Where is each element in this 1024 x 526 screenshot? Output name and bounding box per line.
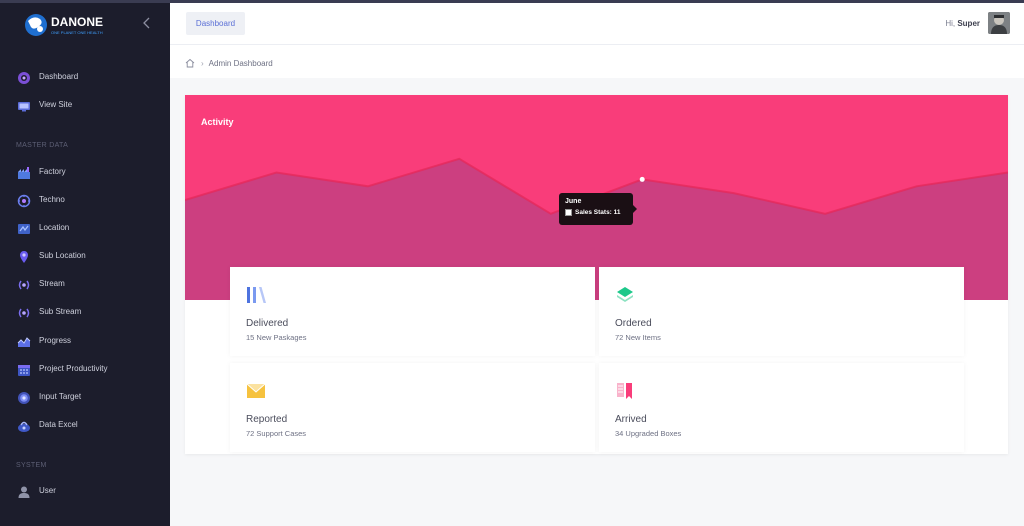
breadcrumb-separator-icon: › — [201, 58, 204, 68]
activity-title: Activity — [201, 117, 234, 127]
chevron-left-icon — [143, 17, 150, 29]
sidebar-item-dashboard[interactable]: Dashboard — [0, 66, 170, 90]
sidebar-item-label: Sub Location — [39, 251, 86, 260]
data-excel-icon — [18, 421, 30, 432]
brand-name: DANONE — [51, 15, 103, 29]
sidebar: DANONE ONE PLANET ONE HEALTH Dashboard V… — [0, 0, 170, 526]
sidebar-header: DANONE ONE PLANET ONE HEALTH — [0, 0, 170, 44]
stat-subtitle: 34 Upgraded Boxes — [615, 429, 682, 438]
section-label-system: SYSTEM — [16, 462, 47, 469]
sidebar-item-location[interactable]: Location — [0, 217, 170, 241]
progress-chart-icon — [17, 337, 31, 347]
sidebar-item-label: Data Excel — [39, 420, 78, 429]
diamond-stack-icon — [617, 287, 633, 302]
sidebar-item-input-target[interactable]: Input Target — [0, 386, 170, 410]
sidebar-item-label: Dashboard — [39, 72, 79, 81]
sidebar-item-progress[interactable]: Progress — [0, 330, 170, 354]
sidebar-item-project-productivity[interactable]: Project Productivity — [0, 358, 170, 382]
user-greeting: Hi, Super — [945, 19, 980, 28]
breadcrumb: › Admin Dashboard — [185, 57, 273, 69]
activity-data-point[interactable] — [639, 176, 645, 182]
breadcrumb-current: Admin Dashboard — [208, 58, 273, 68]
tooltip-series-label: Sales Stats: 11 — [575, 209, 621, 216]
greeting-prefix: Hi, — [945, 19, 956, 28]
location-icon — [18, 224, 30, 234]
sidebar-item-user[interactable]: User — [0, 480, 170, 504]
bars-icon — [247, 287, 266, 303]
topbar: Dashboard Hi, Super — [170, 0, 1024, 45]
sidebar-item-stream[interactable]: Stream — [0, 273, 170, 297]
sidebar-item-sub-stream[interactable]: Sub Stream — [0, 301, 170, 325]
calendar-icon — [18, 365, 30, 376]
stat-title: Reported — [246, 414, 288, 425]
map-pin-icon — [20, 251, 28, 263]
sidebar-item-label: Techno — [39, 195, 65, 204]
sidebar-item-label: Progress — [39, 336, 72, 345]
sidebar-item-data-excel[interactable]: Data Excel — [0, 414, 170, 438]
sidebar-item-label: View Site — [39, 100, 73, 109]
target-icon — [18, 392, 30, 404]
sidebar-item-label: Project Productivity — [39, 364, 108, 373]
sidebar-item-label: Input Target — [39, 392, 82, 401]
sidebar-item-sub-location[interactable]: Sub Location — [0, 245, 170, 269]
stat-title: Delivered — [246, 318, 289, 329]
tooltip-title: June — [565, 198, 582, 205]
tooltip-series-swatch — [565, 209, 572, 216]
sidebar-item-techno[interactable]: Techno — [0, 189, 170, 213]
sidebar-item-view-site[interactable]: View Site — [0, 94, 170, 118]
brand-tagline: ONE PLANET ONE HEALTH — [51, 30, 103, 35]
collapse-sidebar-button[interactable] — [138, 15, 154, 33]
stat-card-reported[interactable]: Reported 72 Support Cases — [230, 363, 595, 452]
stat-title: Arrived — [615, 414, 647, 425]
envelope-icon — [246, 383, 266, 398]
stat-subtitle: 15 New Paskages — [246, 333, 307, 342]
sidebar-item-label: Factory — [39, 167, 66, 176]
monitor-icon — [18, 102, 30, 112]
stat-card-delivered[interactable]: Delivered 15 New Paskages — [230, 267, 595, 356]
techno-icon — [17, 194, 31, 208]
sidebar-item-label: User — [39, 486, 56, 495]
avatar[interactable] — [988, 12, 1010, 34]
dashboard-icon — [18, 72, 30, 84]
tab-dashboard[interactable]: Dashboard — [186, 12, 245, 35]
stat-card-ordered[interactable]: Ordered 72 New Items — [599, 267, 964, 356]
sidebar-item-label: Stream — [39, 279, 65, 288]
sidebar-item-factory[interactable]: Factory — [0, 161, 170, 185]
home-icon[interactable] — [185, 58, 195, 68]
stat-title: Ordered — [615, 318, 652, 329]
stream-icon — [18, 280, 30, 290]
sidebar-item-label: Location — [39, 223, 70, 232]
stat-card-arrived[interactable]: Arrived 34 Upgraded Boxes — [599, 363, 964, 452]
sub-stream-icon — [18, 308, 30, 318]
stat-subtitle: 72 New Items — [615, 333, 661, 342]
user-icon — [18, 486, 30, 498]
bookmark-icon — [617, 383, 632, 399]
chart-tooltip: June Sales Stats: 11 — [559, 193, 637, 225]
factory-icon — [18, 167, 30, 179]
sidebar-item-label: Sub Stream — [39, 307, 82, 316]
section-label-master-data: MASTER DATA — [16, 142, 69, 149]
tooltip-row: Sales Stats: 11 — [565, 209, 627, 216]
stat-subtitle: 72 Support Cases — [246, 429, 307, 438]
user-name: Super — [957, 19, 980, 28]
brand-logo[interactable]: DANONE ONE PLANET ONE HEALTH — [24, 11, 116, 39]
avatar-image — [988, 12, 1010, 34]
